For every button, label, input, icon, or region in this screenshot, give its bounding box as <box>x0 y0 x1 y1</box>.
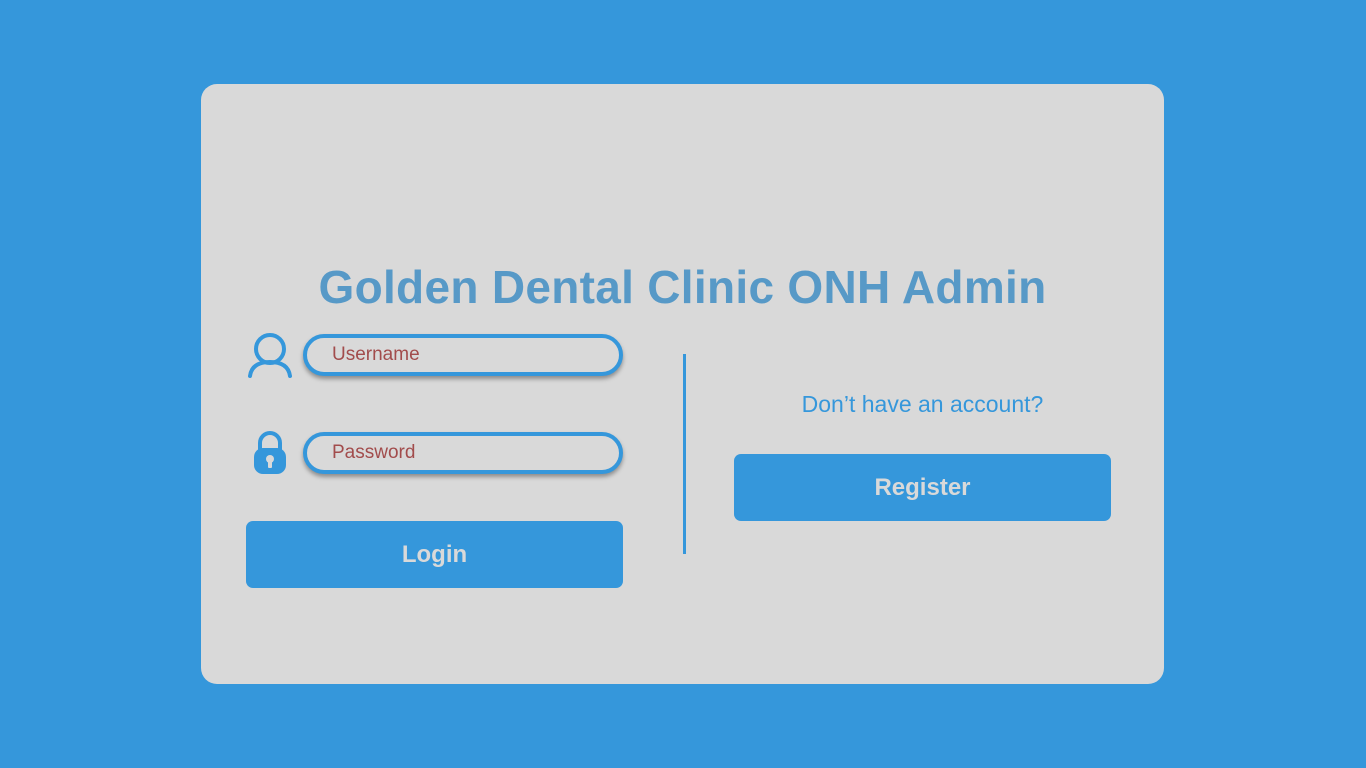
no-account-prompt: Don’t have an account? <box>801 391 1044 417</box>
password-input[interactable] <box>307 436 619 470</box>
login-card: Golden Dental Clinic ONH Admin Login Don… <box>201 84 1164 684</box>
login-button[interactable]: Login <box>246 521 623 588</box>
page-title: Golden Dental Clinic ONH Admin <box>318 261 1047 313</box>
user-icon <box>248 333 292 378</box>
padlock-icon <box>254 431 286 474</box>
username-input[interactable] <box>307 338 619 372</box>
divider <box>683 354 686 554</box>
username-field[interactable] <box>303 334 623 376</box>
password-field[interactable] <box>303 432 623 474</box>
register-button[interactable]: Register <box>734 454 1111 521</box>
